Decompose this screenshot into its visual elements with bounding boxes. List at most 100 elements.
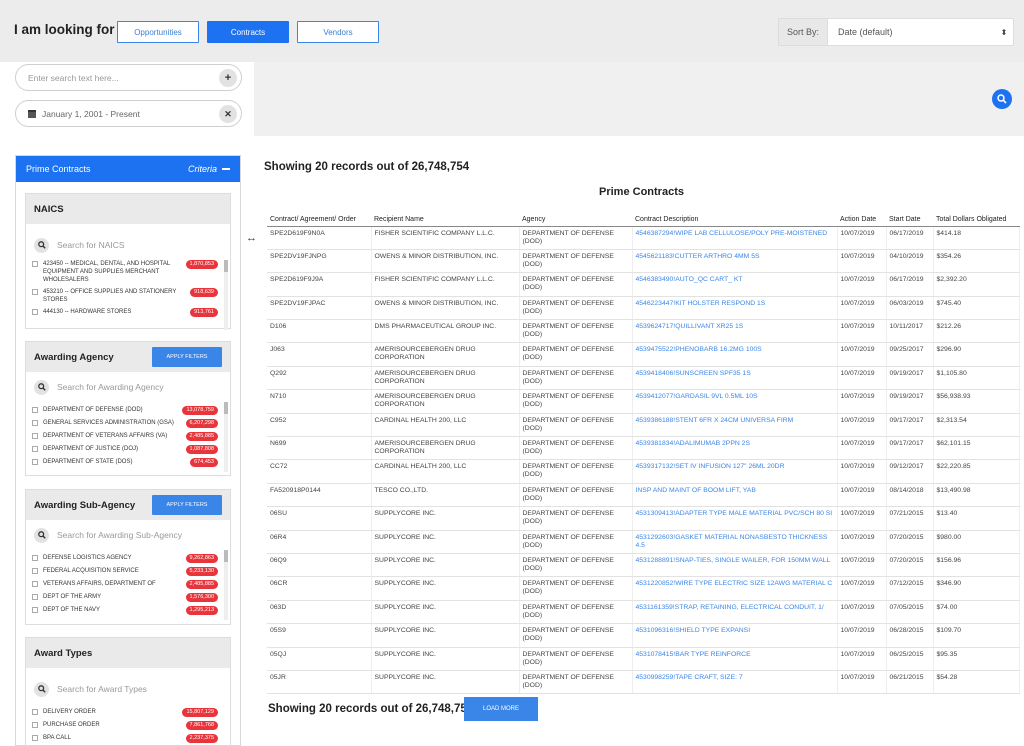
column-header[interactable]: Contract/ Agreement/ Order: [267, 204, 371, 227]
awarding-agency-search-input[interactable]: Search for Awarding Agency: [26, 374, 230, 400]
checkbox[interactable]: [32, 722, 38, 728]
contract-description-link[interactable]: 4531292603!GASKET MATERIAL NONASBESTO TH…: [632, 530, 838, 554]
list-item[interactable]: DEFENSE LOGISTICS AGENCY 9,262,863: [32, 554, 218, 563]
list-item[interactable]: 453210 -- OFFICE SUPPLIES AND STATIONERY…: [32, 288, 218, 304]
table-row[interactable]: SPE2DV19FJNPG OWENS & MINOR DISTRIBUTION,…: [267, 249, 1020, 274]
contract-description-link[interactable]: 4531161359!STRAP, RETAINING, ELECTRICAL …: [632, 600, 838, 625]
list-item[interactable]: GENERAL SERVICES ADMINISTRATION (GSA) 6,2…: [32, 419, 218, 428]
table-row[interactable]: CC72 CARDINAL HEALTH 200, LLC DEPARTMENT O…: [267, 459, 1020, 484]
table-row[interactable]: J063 AMERISOURCEBERGEN DRUG CORPORATION DE…: [267, 342, 1020, 367]
contract-description-link[interactable]: INSP AND MAINT OF BOOM LIFT, YAB: [632, 483, 838, 508]
checkbox[interactable]: [32, 607, 38, 613]
contract-description-link[interactable]: 4539381834!ADALIMUMAB 2PPN 2S: [632, 436, 838, 461]
table-row[interactable]: 06SU SUPPLYCORE INC. DEPARTMENT OF DEFENSE…: [267, 506, 1020, 531]
list-item[interactable]: DEPARTMENT OF STATE (DOS) 674,453: [32, 458, 218, 467]
table-row[interactable]: N699 AMERISOURCEBERGEN DRUG CORPORATION DE…: [267, 436, 1020, 461]
contract-description-link[interactable]: 4539412077!GARDASIL 9VL 0.5ML 10S: [632, 389, 838, 414]
checkbox[interactable]: [32, 568, 38, 574]
checkbox[interactable]: [32, 309, 38, 315]
column-header[interactable]: Contract Description: [632, 204, 837, 227]
scrollbar[interactable]: [224, 260, 228, 330]
checkbox[interactable]: [32, 433, 38, 439]
checkbox[interactable]: [32, 459, 38, 465]
contract-description-link[interactable]: 4546387294!WIPE LAB CELLULOSE/POLY PRE-M…: [632, 226, 838, 250]
list-item[interactable]: 423450 -- MEDICAL, DENTAL, AND HOSPITAL …: [32, 260, 218, 284]
checkbox[interactable]: [32, 261, 38, 267]
column-header[interactable]: Start Date: [886, 204, 933, 227]
tab-opportunities[interactable]: Opportunities: [117, 21, 199, 43]
column-header[interactable]: Action Date: [837, 204, 886, 227]
table-row[interactable]: 06CR SUPPLYCORE INC. DEPARTMENT OF DEFENSE…: [267, 576, 1020, 601]
contract-description-link[interactable]: 4539317132!SET IV INFUSION 127" 26ML 20D…: [632, 459, 838, 484]
list-item[interactable]: 444130 -- HARDWARE STORES 913,761: [32, 308, 218, 317]
checkbox[interactable]: [32, 289, 38, 295]
scrollbar[interactable]: [224, 550, 228, 620]
contract-description-link[interactable]: 4530998259!TAPE CRAFT, SIZE: 7: [632, 670, 838, 695]
contract-description-link[interactable]: 4531288891!SNAP-TIES, SINGLE WAILER, FOR…: [632, 553, 838, 578]
table-row[interactable]: 05JR SUPPLYCORE INC. DEPARTMENT OF DEFENSE…: [267, 670, 1020, 695]
table-row[interactable]: 05S9 SUPPLYCORE INC. DEPARTMENT OF DEFENSE…: [267, 623, 1020, 648]
contract-description-link[interactable]: 4546383490!AUTO_QC CART_ KT: [632, 272, 838, 297]
checkbox[interactable]: [32, 446, 38, 452]
column-header[interactable]: Recipient Name: [371, 204, 519, 227]
list-item[interactable]: PURCHASE ORDER 7,861,768: [32, 721, 218, 730]
contract-description-link[interactable]: 4531096316!SHIELD TYPE EXPANSI: [632, 623, 838, 648]
resize-handle-icon[interactable]: ↔: [246, 232, 257, 244]
table-row[interactable]: 06Q9 SUPPLYCORE INC. DEPARTMENT OF DEFENSE…: [267, 553, 1020, 578]
table-row[interactable]: FA520918P0144 TESCO CO.,LTD. DEPARTMENT OF…: [267, 483, 1020, 508]
list-item[interactable]: DEPARTMENT OF VETERANS AFFAIRS (VA) 2,485…: [32, 432, 218, 441]
add-search-button[interactable]: +: [219, 69, 237, 87]
date-range-field[interactable]: January 1, 2001 - Present ✕: [15, 100, 242, 127]
checkbox[interactable]: [32, 420, 38, 426]
search-button[interactable]: [992, 89, 1012, 109]
table-row[interactable]: 06R4 SUPPLYCORE INC. DEPARTMENT OF DEFENSE…: [267, 530, 1020, 554]
column-header[interactable]: Agency: [519, 204, 632, 227]
criteria-toggle[interactable]: Criteria: [188, 164, 230, 174]
apply-filters-button[interactable]: APPLY FILTERS: [152, 347, 222, 367]
list-item[interactable]: DEPT OF THE ARMY 1,576,300: [32, 593, 218, 602]
table-row[interactable]: SPE2DV19FJPAC OWENS & MINOR DISTRIBUTION,…: [267, 296, 1020, 321]
award-types-search-input[interactable]: Search for Award Types: [26, 676, 230, 702]
checkbox[interactable]: [32, 735, 38, 741]
table-row[interactable]: C952 CARDINAL HEALTH 200, LLC DEPARTMENT O…: [267, 413, 1020, 438]
checkbox[interactable]: [32, 709, 38, 715]
awarding-sub-agency-search-input[interactable]: Search for Awarding Sub-Agency: [26, 522, 230, 548]
list-item[interactable]: FEDERAL ACQUISITION SERVICE 5,233,130: [32, 567, 218, 576]
sidebar-header[interactable]: Prime Contracts Criteria: [16, 156, 240, 182]
checkbox[interactable]: [32, 407, 38, 413]
list-item[interactable]: DEPT OF THE NAVY 1,295,213: [32, 606, 218, 615]
sort-select[interactable]: Sort By: Date (default) ⬍: [778, 18, 1014, 46]
list-item[interactable]: DEPARTMENT OF JUSTICE (DOJ) 1,087,808: [32, 445, 218, 454]
table-row[interactable]: 063D SUPPLYCORE INC. DEPARTMENT OF DEFENSE…: [267, 600, 1020, 625]
scrollbar[interactable]: [224, 402, 228, 472]
checkbox[interactable]: [32, 594, 38, 600]
table-row[interactable]: SPE2D619F9J9A FISHER SCIENTIFIC COMPANY L…: [267, 272, 1020, 297]
contract-description-link[interactable]: 4539418406!SUNSCREEN SPF35 1S: [632, 366, 838, 391]
contract-description-link[interactable]: 4546223447!KIT HOLSTER RESPOND 1S: [632, 296, 838, 321]
search-input[interactable]: Enter search text here... +: [15, 64, 242, 91]
clear-date-button[interactable]: ✕: [219, 105, 237, 123]
list-item[interactable]: VETERANS AFFAIRS, DEPARTMENT OF 2,485,885: [32, 580, 218, 589]
checkbox[interactable]: [32, 555, 38, 561]
tab-vendors[interactable]: Vendors: [297, 21, 379, 43]
tab-contracts[interactable]: Contracts: [207, 21, 289, 43]
checkbox[interactable]: [32, 581, 38, 587]
contract-description-link[interactable]: 4539624717!QUILLIVANT XR25 1S: [632, 319, 838, 344]
table-row[interactable]: SPE2D619F9N0A FISHER SCIENTIFIC COMPANY L…: [267, 226, 1020, 250]
contract-description-link[interactable]: 4531078415!BAR TYPE REINFORCE: [632, 647, 838, 671]
list-item[interactable]: DELIVERY ORDER 15,807,129: [32, 708, 218, 717]
table-row[interactable]: Q292 AMERISOURCEBERGEN DRUG CORPORATION DE…: [267, 366, 1020, 391]
column-header[interactable]: Total Dollars Obligated: [933, 204, 1019, 227]
table-row[interactable]: N710 AMERISOURCEBERGEN DRUG CORPORATION DE…: [267, 389, 1020, 414]
table-row[interactable]: D106 DMS PHARMACEUTICAL GROUP INC. DEPARTM…: [267, 319, 1020, 344]
contract-description-link[interactable]: 4531309413!ADAPTER TYPE MALE MATERIAL PV…: [632, 506, 838, 531]
naics-search-input[interactable]: Search for NAICS: [26, 232, 230, 258]
list-item[interactable]: DEPARTMENT OF DEFENSE (DOD) 13,078,759: [32, 406, 218, 415]
list-item[interactable]: BPA CALL 2,237,375: [32, 734, 218, 743]
apply-filters-button[interactable]: APPLY FILTERS: [152, 495, 222, 515]
table-row[interactable]: 05QJ SUPPLYCORE INC. DEPARTMENT OF DEFENSE…: [267, 647, 1020, 671]
contract-description-link[interactable]: 4539475522!PHENOBARB 16.2MG 100S: [632, 342, 838, 367]
contract-description-link[interactable]: 4531220852!WIRE TYPE ELECTRIC SIZE 12AWG…: [632, 576, 838, 601]
load-more-button[interactable]: LOAD MORE: [464, 697, 538, 721]
contract-description-link[interactable]: 4545621183!CUTTER ARTHRO 4MM 5S: [632, 249, 838, 274]
